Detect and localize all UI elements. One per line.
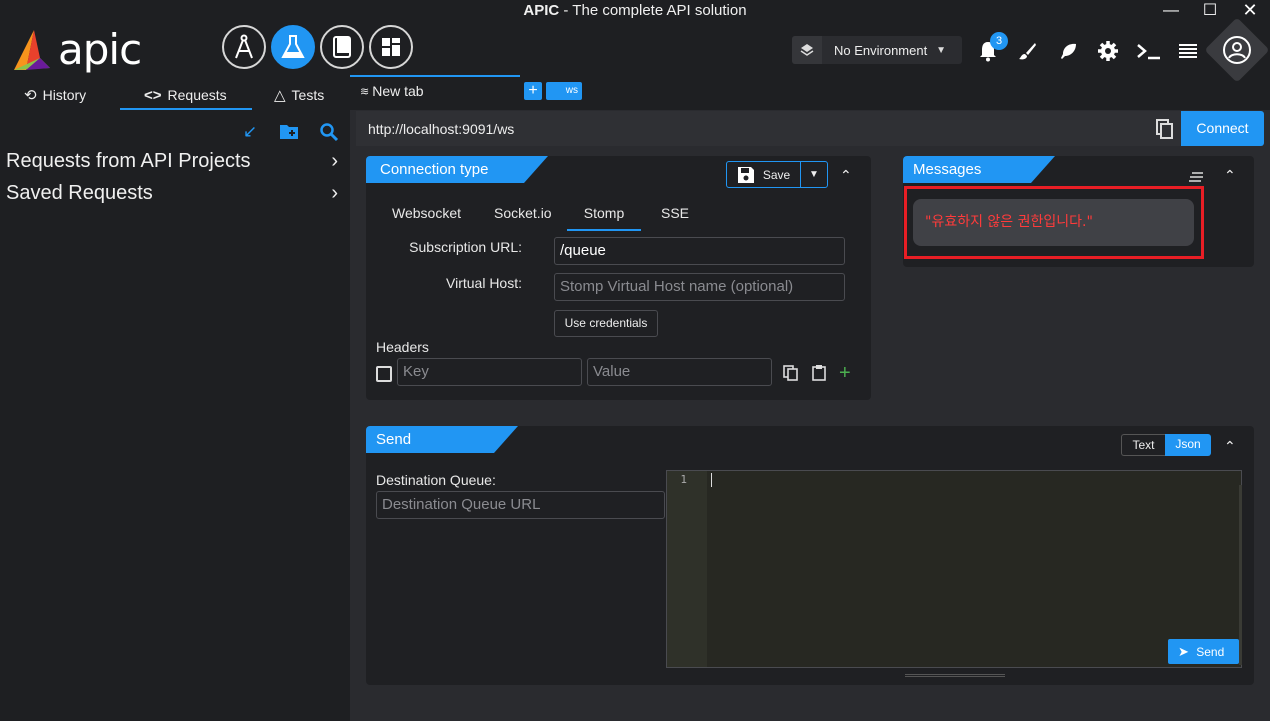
environment-label: No Environment [834,42,928,58]
search-icon[interactable] [319,122,339,142]
send-label: Send [1196,645,1225,659]
save-label: Save [762,167,791,182]
subscription-url-input[interactable]: /queue [554,237,845,265]
minimize-icon[interactable]: — [1159,2,1183,20]
collapse-messages-icon[interactable]: ⌃ [1224,167,1236,184]
window-title: APIC - The complete API solution [0,0,1270,24]
destination-queue-label: Destination Queue: [376,472,496,488]
chevron-right-icon: › [331,182,338,204]
nav-history-label: History [42,87,87,103]
save-button-group: Save ▼ [726,161,828,188]
flask-small-icon: △ [274,87,286,104]
save-button[interactable]: Save [727,162,801,187]
tab-socketio[interactable]: Socket.io [494,205,552,221]
nav-tab-history[interactable]: ⟲ History [24,80,120,110]
grid-icon [382,38,400,56]
subscription-url-label: Subscription URL: [409,239,522,255]
ws-tab-label: ws [565,85,578,96]
nav-tests-label: Tests [291,87,325,103]
flask-icon [281,35,305,58]
sidebar-item-saved-requests[interactable]: Saved Requests › [6,182,346,205]
new-folder-icon[interactable] [279,122,299,142]
editor-scrollbar[interactable] [1239,485,1242,665]
dashboard-mode-button[interactable] [369,25,413,69]
send-panel-title: Send [366,426,518,453]
tab-stomp[interactable]: Stomp [567,205,641,231]
format-text-button[interactable]: Text [1121,434,1165,456]
feather-icon[interactable] [1057,40,1079,62]
maximize-icon[interactable]: ☐ [1198,0,1222,20]
code-icon: <> [144,86,162,104]
copy-url-icon[interactable] [1156,119,1174,139]
history-icon: ⟲ [24,87,37,104]
resize-handle[interactable] [905,674,1005,677]
notification-count-badge: 3 [990,32,1008,50]
logo-text: apic [58,25,142,74]
header-enable-checkbox[interactable] [376,366,392,382]
nav-tab-tests[interactable]: △ Tests [274,80,350,110]
collapse-connection-icon[interactable]: ⌃ [840,167,852,184]
header-key-input[interactable]: Key [397,358,582,386]
sidebar-item-label: Saved Requests [6,182,153,204]
send-icon: ➤ [1178,644,1189,659]
save-icon [737,166,754,183]
editor-cursor [711,473,712,487]
terminal-icon[interactable] [1136,40,1162,62]
layers-icon [792,36,822,64]
collapse-arrow-icon[interactable]: ↙ [240,122,260,142]
collapse-send-icon[interactable]: ⌃ [1224,438,1236,455]
app-name: APIC [523,2,560,19]
destination-queue-input[interactable]: Destination Queue URL [376,491,665,519]
user-icon [1223,36,1251,64]
virtual-host-input[interactable]: Stomp Virtual Host name (optional) [554,273,845,301]
request-tab[interactable]: ≋ New tab [350,75,520,105]
close-icon[interactable]: ✕ [1238,0,1262,21]
url-value: http://localhost:9091/ws [368,120,515,137]
connect-button[interactable]: Connect [1181,111,1264,146]
nav-requests-label: Requests [167,87,227,103]
add-header-icon[interactable]: + [839,363,851,383]
send-button[interactable]: ➤ Send [1168,639,1239,664]
save-dropdown-button[interactable]: ▼ [801,162,827,187]
chevron-down-icon: ▼ [936,44,946,56]
chevron-right-icon: › [331,150,338,172]
logo-mark-icon [14,30,50,70]
virtual-host-label: Virtual Host: [446,275,522,291]
ws-tab-icon: ≋ [360,85,370,98]
use-credentials-button[interactable]: Use credentials [554,310,658,337]
line-numbers: 1 [667,471,707,667]
messages-panel-title: Messages [903,156,1055,183]
menu-icon[interactable] [1177,40,1199,62]
tester-mode-button[interactable] [271,25,315,69]
tab-sse[interactable]: SSE [661,205,689,221]
headers-label: Headers [376,339,429,355]
add-tab-button[interactable]: + [524,82,542,100]
compass-icon [235,34,253,59]
format-json-button[interactable]: Json [1165,434,1211,456]
nav-tab-requests[interactable]: <> Requests [120,80,252,110]
request-tab-label: New tab [372,83,424,99]
gear-icon[interactable] [1097,40,1119,62]
header-value-input[interactable]: Value [587,358,772,386]
url-input[interactable]: http://localhost:9091/ws [356,111,1181,146]
designer-mode-button[interactable] [222,25,266,69]
sidebar-item-api-projects[interactable]: Requests from API Projects › [6,150,346,173]
brush-icon[interactable] [1016,40,1038,62]
environment-select[interactable]: No Environment ▼ [792,36,962,64]
new-ws-tab-button[interactable]: ws [546,82,582,100]
sidebar-item-label: Requests from API Projects [6,150,251,172]
highlight-frame [904,186,1204,259]
message-editor[interactable]: 1 [666,470,1242,668]
clear-messages-icon[interactable] [1188,170,1204,186]
paste-headers-icon[interactable] [811,364,827,384]
connection-panel-title: Connection type [366,156,548,183]
chevron-down-icon: ▼ [809,169,819,180]
docs-mode-button[interactable] [320,25,364,69]
copy-headers-icon[interactable] [783,365,799,384]
tab-websocket[interactable]: Websocket [392,205,461,221]
app-tagline: - The complete API solution [559,2,747,19]
apic-logo: apic [10,28,150,74]
book-icon [333,36,351,58]
